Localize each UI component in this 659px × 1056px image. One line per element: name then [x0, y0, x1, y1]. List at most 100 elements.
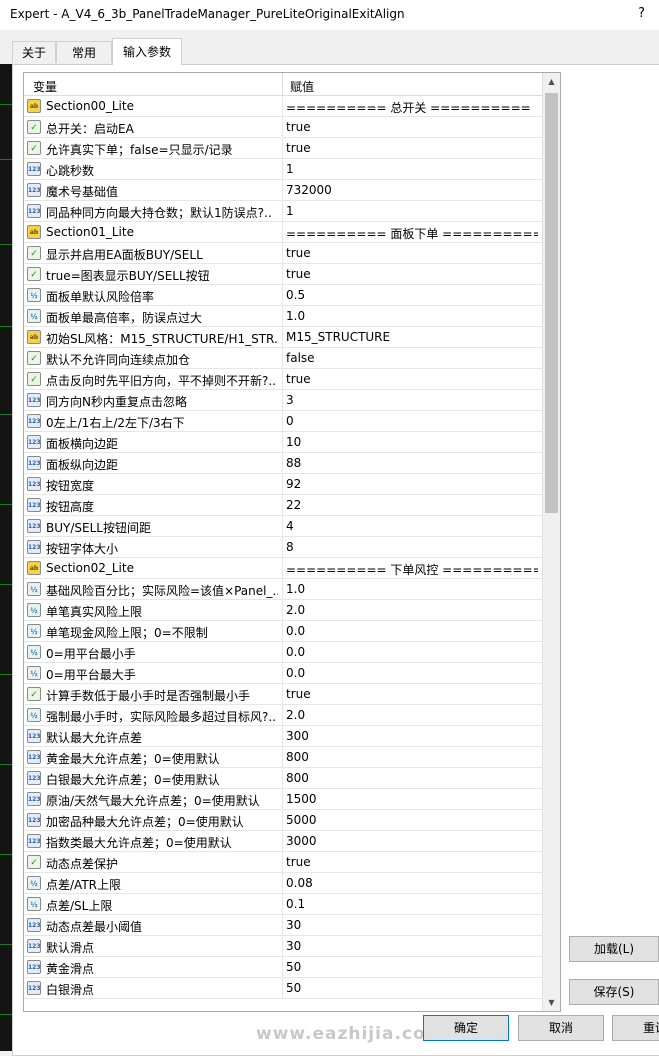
parameter-row[interactable]: ½ 点差/SL上限 0.1 — [24, 894, 542, 915]
parameter-row[interactable]: ab Section00_Lite ========== 总开关 =========… — [24, 96, 542, 117]
parameter-value[interactable]: 1 — [286, 162, 538, 176]
parameter-value[interactable]: 800 — [286, 771, 538, 785]
parameter-value[interactable]: 0.0 — [286, 666, 538, 680]
parameter-value[interactable]: true — [286, 141, 538, 155]
parameter-value[interactable]: 92 — [286, 477, 538, 491]
parameter-row[interactable]: 123 面板横向边距 10 — [24, 432, 542, 453]
parameter-row[interactable]: 123 面板纵向边距 88 — [24, 453, 542, 474]
parameter-value[interactable]: 4 — [286, 519, 538, 533]
parameter-value[interactable]: 0.0 — [286, 624, 538, 638]
parameter-row[interactable]: 123 黄金最大允许点差；0=使用默认 800 — [24, 747, 542, 768]
parameter-row[interactable]: 123 按钮高度 22 — [24, 495, 542, 516]
parameter-row[interactable]: ½ 面板单默认风险倍率 0.5 — [24, 285, 542, 306]
parameter-row[interactable]: 123 按钮宽度 92 — [24, 474, 542, 495]
parameter-row[interactable]: 123 白银最大允许点差；0=使用默认 800 — [24, 768, 542, 789]
parameter-value[interactable]: ========== 面板下单 ========== — [286, 225, 538, 242]
parameter-value[interactable]: 10 — [286, 435, 538, 449]
vertical-scrollbar[interactable]: ▲ ▼ — [542, 73, 560, 1011]
parameter-value[interactable]: 50 — [286, 981, 538, 995]
parameter-value[interactable]: 22 — [286, 498, 538, 512]
parameter-row[interactable]: ½ 点差/ATR上限 0.08 — [24, 873, 542, 894]
parameter-value[interactable]: true — [286, 372, 538, 386]
help-button[interactable]: ? — [638, 6, 645, 21]
parameter-value[interactable]: 732000 — [286, 183, 538, 197]
parameter-value[interactable]: ========== 下单风控 ========== — [286, 561, 538, 578]
save-button[interactable]: 保存(S) — [569, 979, 659, 1005]
parameter-value[interactable]: ========== 总开关 ========== — [286, 99, 538, 116]
parameter-value[interactable]: true — [286, 267, 538, 281]
parameter-row[interactable]: ✓ 总开关：启动EA true — [24, 117, 542, 138]
parameter-row[interactable]: ✓ 点击反向时先平旧方向，平不掉则不开新?.. true — [24, 369, 542, 390]
parameter-row[interactable]: ab 初始SL风格：M15_STRUCTURE/H1_STR... M15_STRU… — [24, 327, 542, 348]
parameter-row[interactable]: ✓ 显示并启用EA面板BUY/SELL true — [24, 243, 542, 264]
parameter-row[interactable]: ✓ 默认不允许同向连续点加仓 false — [24, 348, 542, 369]
parameter-row[interactable]: ½ 单笔现金风险上限；0=不限制 0.0 — [24, 621, 542, 642]
parameter-value[interactable]: true — [286, 687, 538, 701]
parameter-row[interactable]: ✓ 允许真实下单；false=只显示/记录 true — [24, 138, 542, 159]
parameter-value[interactable]: 0 — [286, 414, 538, 428]
parameter-value[interactable]: 3000 — [286, 834, 538, 848]
scroll-thumb[interactable] — [545, 93, 558, 513]
parameter-value[interactable]: 800 — [286, 750, 538, 764]
parameter-value[interactable]: 1500 — [286, 792, 538, 806]
parameter-value[interactable]: true — [286, 120, 538, 134]
tab-about[interactable]: 关于 — [12, 41, 56, 63]
parameter-row[interactable]: ab Section01_Lite ========== 面板下单 ========… — [24, 222, 542, 243]
parameter-row[interactable]: ½ 面板单最高倍率，防误点过大 1.0 — [24, 306, 542, 327]
parameter-row[interactable]: ½ 单笔真实风险上限 2.0 — [24, 600, 542, 621]
parameter-row[interactable]: ½ 0=用平台最大手 0.0 — [24, 663, 542, 684]
parameter-row[interactable]: 123 加密品种最大允许点差；0=使用默认 5000 — [24, 810, 542, 831]
column-header-value[interactable]: 赋值 — [290, 78, 314, 95]
column-header-variable[interactable]: 变量 — [33, 78, 57, 95]
parameter-value[interactable]: 8 — [286, 540, 538, 554]
parameter-value[interactable]: 3 — [286, 393, 538, 407]
parameter-value[interactable]: 0.1 — [286, 897, 538, 911]
tab-common[interactable]: 常用 — [56, 41, 112, 63]
parameter-value[interactable]: 300 — [286, 729, 538, 743]
parameter-value[interactable]: 0.5 — [286, 288, 538, 302]
ok-button[interactable]: 确定 — [423, 1015, 509, 1041]
parameter-value[interactable]: true — [286, 855, 538, 869]
parameter-row[interactable]: 123 心跳秒数 1 — [24, 159, 542, 180]
parameter-value[interactable]: 30 — [286, 939, 538, 953]
parameter-value[interactable]: 0.0 — [286, 645, 538, 659]
parameter-row[interactable]: 123 默认滑点 30 — [24, 936, 542, 957]
parameter-value[interactable]: 2.0 — [286, 603, 538, 617]
load-button[interactable]: 加载(L) — [569, 936, 659, 962]
tab-inputs[interactable]: 输入参数 — [112, 38, 182, 65]
parameter-row[interactable]: ✓ 动态点差保护 true — [24, 852, 542, 873]
parameter-row[interactable]: 123 黄金滑点 50 — [24, 957, 542, 978]
parameter-row[interactable]: ½ 基础风险百分比；实际风险=该值×Panel_... 1.0 — [24, 579, 542, 600]
parameter-value[interactable]: 30 — [286, 918, 538, 932]
parameter-row[interactable]: ½ 强制最小手时，实际风险最多超过目标风?.. 2.0 — [24, 705, 542, 726]
parameter-value[interactable]: 1.0 — [286, 309, 538, 323]
scroll-down-arrow-icon[interactable]: ▼ — [543, 994, 560, 1011]
parameter-value[interactable]: 88 — [286, 456, 538, 470]
reset-button[interactable]: 重设 — [612, 1015, 659, 1041]
parameter-value[interactable]: false — [286, 351, 538, 365]
parameter-value[interactable]: M15_STRUCTURE — [286, 330, 538, 344]
parameter-row[interactable]: 123 指数类最大允许点差；0=使用默认 3000 — [24, 831, 542, 852]
parameter-row[interactable]: 123 0左上/1右上/2左下/3右下 0 — [24, 411, 542, 432]
scroll-up-arrow-icon[interactable]: ▲ — [543, 73, 560, 90]
parameter-row[interactable]: 123 按钮字体大小 8 — [24, 537, 542, 558]
parameter-value[interactable]: true — [286, 246, 538, 260]
parameter-value[interactable]: 0.08 — [286, 876, 538, 890]
parameter-row[interactable]: ab Section02_Lite ========== 下单风控 ========… — [24, 558, 542, 579]
parameter-row[interactable]: 123 默认最大允许点差 300 — [24, 726, 542, 747]
parameter-row[interactable]: ✓ 计算手数低于最小手时是否强制最小手 true — [24, 684, 542, 705]
parameter-value[interactable]: 1.0 — [286, 582, 538, 596]
cancel-button[interactable]: 取消 — [518, 1015, 604, 1041]
parameter-value[interactable]: 2.0 — [286, 708, 538, 722]
parameter-row[interactable]: 123 魔术号基础值 732000 — [24, 180, 542, 201]
parameter-row[interactable]: 123 白银滑点 50 — [24, 978, 542, 999]
parameter-value[interactable]: 50 — [286, 960, 538, 974]
parameter-row[interactable]: 123 原油/天然气最大允许点差；0=使用默认 1500 — [24, 789, 542, 810]
parameter-row[interactable]: 123 同方向N秒内重复点击忽略 3 — [24, 390, 542, 411]
parameter-row[interactable]: 123 BUY/SELL按钮间距 4 — [24, 516, 542, 537]
parameter-row[interactable]: 123 同品种同方向最大持仓数；默认1防误点?.. 1 — [24, 201, 542, 222]
parameter-row[interactable]: ½ 0=用平台最小手 0.0 — [24, 642, 542, 663]
parameter-value[interactable]: 1 — [286, 204, 538, 218]
parameter-row[interactable]: ✓ true=图表显示BUY/SELL按钮 true — [24, 264, 542, 285]
parameter-value[interactable]: 5000 — [286, 813, 538, 827]
